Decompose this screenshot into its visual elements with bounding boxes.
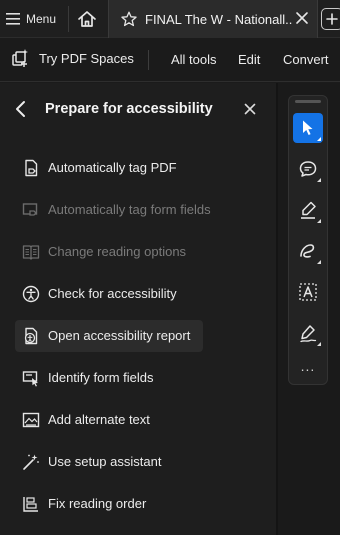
alt-text-icon xyxy=(22,412,40,428)
item-label: Change reading options xyxy=(48,244,187,259)
panel-title: Prepare for accessibility xyxy=(45,101,213,117)
more-options-indicator xyxy=(317,137,321,141)
accessibility-panel: Prepare for accessibility Automatically … xyxy=(0,83,276,535)
check-for-accessibility-item[interactable]: Check for accessibility xyxy=(15,278,203,310)
highlight-pen-icon xyxy=(301,201,316,219)
item-label: Use setup assistant xyxy=(48,454,162,469)
form-identify-icon xyxy=(22,371,38,387)
tab-title: FINAL The W - Nationall... xyxy=(145,11,293,27)
more-options-indicator xyxy=(317,219,321,223)
use-setup-assistant-item[interactable]: Use setup assistant xyxy=(15,446,203,478)
open-accessibility-report-item[interactable]: Open accessibility report xyxy=(15,320,203,352)
sign-tool-button[interactable] xyxy=(293,318,323,348)
select-tool-button[interactable] xyxy=(293,113,323,143)
more-options-indicator xyxy=(317,260,321,264)
automatically-tag-pdf-item[interactable]: Automatically tag PDF xyxy=(15,152,203,184)
sign-icon xyxy=(300,325,317,343)
panel-header: Prepare for accessibility xyxy=(0,83,276,135)
document-tab[interactable]: FINAL The W - Nationall... xyxy=(108,0,318,38)
close-icon[interactable] xyxy=(295,11,309,25)
wand-icon xyxy=(23,454,39,470)
comment-tool-button[interactable] xyxy=(293,154,323,184)
try-pdf-spaces-label: Try PDF Spaces xyxy=(39,50,134,66)
fix-reading-order-item[interactable]: Fix reading order xyxy=(15,488,203,520)
accessibility-check-icon xyxy=(22,285,40,303)
close-icon[interactable] xyxy=(243,102,257,116)
plus-icon xyxy=(326,13,338,25)
more-tools-button[interactable]: ... xyxy=(293,358,323,378)
rail-drag-handle[interactable] xyxy=(295,100,321,103)
menu-button[interactable]: Menu xyxy=(0,0,66,37)
item-label: Open accessibility report xyxy=(48,328,191,343)
identify-form-fields-item[interactable]: Identify form fields xyxy=(15,362,203,394)
try-pdf-spaces-button[interactable]: Try PDF Spaces xyxy=(10,48,134,68)
book-icon xyxy=(22,245,40,260)
convert-button[interactable]: Convert xyxy=(283,52,329,67)
home-icon xyxy=(78,11,96,27)
item-label: Add alternate text xyxy=(48,412,150,427)
star-icon[interactable] xyxy=(121,11,137,27)
item-label: Automatically tag form fields xyxy=(48,202,211,217)
change-reading-options-item: Change reading options xyxy=(15,236,203,268)
menu-label: Menu xyxy=(26,11,57,26)
more-options-indicator xyxy=(317,178,321,182)
new-tab-button[interactable] xyxy=(321,8,340,30)
spaces-sparkle-icon xyxy=(12,49,28,67)
home-button[interactable] xyxy=(73,5,101,33)
text-box-tool-button[interactable] xyxy=(293,277,323,307)
quick-tools-rail: ... xyxy=(288,95,328,385)
accessibility-report-icon xyxy=(24,327,38,345)
form-tag-icon xyxy=(22,203,38,216)
add-alternate-text-item[interactable]: Add alternate text xyxy=(15,404,203,436)
divider xyxy=(148,50,149,70)
draw-tool-button[interactable] xyxy=(293,236,323,266)
hamburger-icon xyxy=(6,12,20,25)
all-tools-button[interactable]: All tools xyxy=(171,52,217,67)
item-label: Fix reading order xyxy=(48,496,147,511)
edit-button[interactable]: Edit xyxy=(238,52,260,67)
divider xyxy=(68,6,69,32)
top-toolbar: Try PDF Spaces All tools Edit Convert xyxy=(0,38,340,82)
back-arrow-icon[interactable] xyxy=(12,99,30,119)
highlight-tool-button[interactable] xyxy=(293,195,323,225)
item-label: Check for accessibility xyxy=(48,286,177,301)
comment-icon xyxy=(299,161,317,177)
select-cursor-icon xyxy=(303,120,313,135)
more-options-indicator xyxy=(317,342,321,346)
document-tag-icon xyxy=(25,159,38,177)
draw-freehand-icon xyxy=(300,244,315,258)
text-box-icon xyxy=(299,283,317,301)
tab-bar: Menu FINAL The W - Nationall... xyxy=(0,0,340,38)
automatically-tag-form-fields-item: Automatically tag form fields xyxy=(15,194,211,226)
item-label: Identify form fields xyxy=(48,370,154,385)
reading-order-icon xyxy=(23,497,38,512)
item-label: Automatically tag PDF xyxy=(48,160,177,175)
